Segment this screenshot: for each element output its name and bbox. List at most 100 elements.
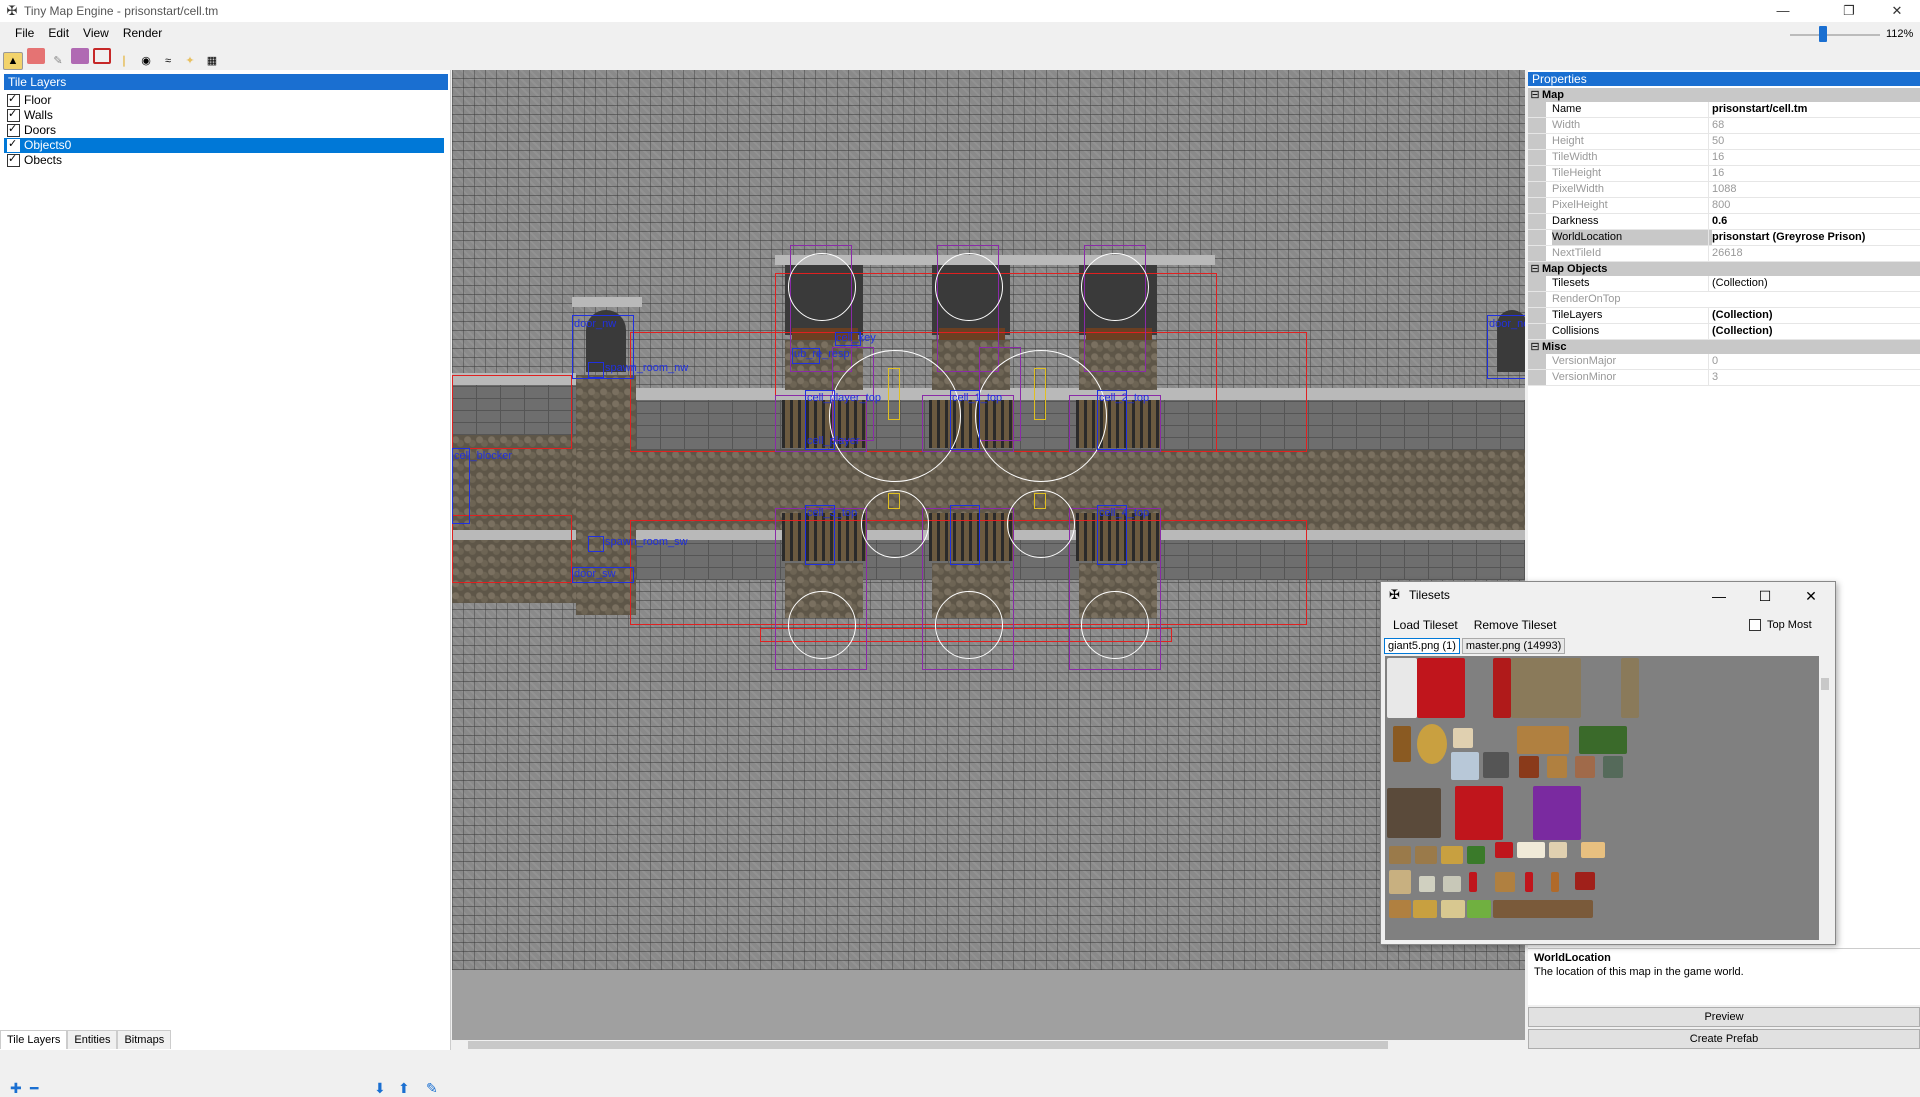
menu-render[interactable]: Render <box>116 24 169 42</box>
map-viewport[interactable]: door_nw door_ne spawn_room_nw cell_block… <box>452 70 1525 1040</box>
layer-checkbox[interactable] <box>7 152 20 168</box>
tile-scroll[interactable] <box>1549 842 1567 858</box>
prop-row-pixelheight[interactable]: PixelHeight 800 <box>1528 198 1920 214</box>
map-horizontal-scrollbar[interactable] <box>452 1040 1525 1050</box>
tile-portrait[interactable] <box>1547 756 1567 778</box>
tile-curtain-red[interactable] <box>1493 658 1511 718</box>
tile-portrait[interactable] <box>1519 756 1539 778</box>
tile-throne-purple[interactable] <box>1533 786 1581 840</box>
tile-bottle[interactable] <box>1525 872 1533 892</box>
tile-painting[interactable] <box>1517 726 1569 754</box>
light-circle[interactable] <box>935 591 1003 659</box>
layer-row-obects[interactable]: Obects <box>4 152 444 168</box>
tile-curtain-brown[interactable] <box>1511 658 1581 718</box>
scrollbar-thumb[interactable] <box>468 1041 1388 1049</box>
layer-row-walls[interactable]: Walls <box>4 107 444 123</box>
tile-barrel[interactable] <box>1495 872 1515 892</box>
grid-icon[interactable]: ▦ <box>203 53 221 69</box>
prop-value[interactable]: 0.6 <box>1708 214 1920 229</box>
prop-value[interactable]: prisonstart (Greyrose Prison) <box>1708 230 1920 245</box>
tile-bread[interactable] <box>1389 900 1411 918</box>
category-map-objects[interactable]: ⊟ Map Objects <box>1528 262 1920 276</box>
object-icon[interactable] <box>71 48 89 64</box>
tile-basket[interactable] <box>1415 846 1437 864</box>
tile-portrait[interactable] <box>1575 756 1595 778</box>
select-icon[interactable] <box>93 48 111 64</box>
edit-layer-icon[interactable]: ✎ <box>426 1080 438 1097</box>
maximize-button[interactable]: ☐ <box>1747 584 1783 608</box>
eye-icon[interactable]: ◉ <box>137 53 155 69</box>
torch-marker[interactable] <box>1034 493 1046 509</box>
tile-bottle[interactable] <box>1551 872 1559 892</box>
layer-checkbox[interactable] <box>7 122 20 138</box>
tile-jar[interactable] <box>1389 870 1411 894</box>
tile-salad[interactable] <box>1467 900 1491 918</box>
lamp-icon[interactable]: ✦ <box>181 53 199 69</box>
light-circle[interactable] <box>1081 591 1149 659</box>
prop-value[interactable]: (Collection) <box>1708 276 1920 291</box>
tile-plant[interactable] <box>1467 846 1485 864</box>
move-down-icon[interactable]: ⬇ <box>374 1080 386 1097</box>
prop-row-height[interactable]: Height 50 <box>1528 134 1920 150</box>
tile-pot[interactable] <box>1443 876 1461 892</box>
prop-row-versionmajor[interactable]: VersionMajor 0 <box>1528 354 1920 370</box>
tab-master[interactable]: master.png (14993) <box>1461 638 1566 654</box>
prop-row-tilesets[interactable]: Tilesets (Collection) <box>1528 276 1920 292</box>
prop-row-pixelwidth[interactable]: PixelWidth 1088 <box>1528 182 1920 198</box>
tile-curtain-red[interactable] <box>1417 658 1465 718</box>
tab-tile-layers[interactable]: Tile Layers <box>0 1030 68 1049</box>
collision-box[interactable] <box>452 515 572 583</box>
top-most-checkbox[interactable] <box>1749 619 1761 632</box>
tile-curtain-white[interactable] <box>1387 658 1417 718</box>
create-prefab-button[interactable]: Create Prefab <box>1528 1029 1920 1049</box>
layer-row-objects0[interactable]: Objects0 <box>4 137 444 153</box>
tile-throne-red[interactable] <box>1455 786 1503 840</box>
tile-food[interactable] <box>1413 900 1437 918</box>
tile-teapot[interactable] <box>1419 876 1435 892</box>
tile-painting[interactable] <box>1579 726 1627 754</box>
prop-row-width[interactable]: Width 68 <box>1528 118 1920 134</box>
stamp-icon[interactable]: ✎ <box>49 53 67 69</box>
light-circle[interactable] <box>788 591 856 659</box>
light-circle[interactable] <box>935 253 1003 321</box>
tile-book[interactable] <box>1495 842 1513 858</box>
minimize-button[interactable]: — <box>1760 0 1806 22</box>
prop-value[interactable]: prisonstart/cell.tm <box>1708 102 1920 117</box>
torch-marker[interactable] <box>888 368 900 420</box>
entity-icon[interactable]: ≈ <box>159 53 177 69</box>
close-button[interactable]: ✕ <box>1874 0 1920 22</box>
top-most-toggle[interactable]: Top Most <box>1749 619 1812 632</box>
tab-giant5[interactable]: giant5.png (1) <box>1384 638 1460 654</box>
category-misc[interactable]: ⊟ Misc <box>1528 340 1920 354</box>
restore-button[interactable]: ❐ <box>1826 0 1872 22</box>
prop-row-name[interactable]: Name prisonstart/cell.tm <box>1528 102 1920 118</box>
light-circle[interactable] <box>1081 253 1149 321</box>
tab-bitmaps[interactable]: Bitmaps <box>117 1030 172 1049</box>
tile-plant[interactable] <box>1441 846 1463 864</box>
menu-view[interactable]: View <box>76 24 116 42</box>
spawn-box[interactable] <box>588 536 604 552</box>
add-layer-icon[interactable]: ✚ <box>10 1080 22 1097</box>
prop-row-tilewidth[interactable]: TileWidth 16 <box>1528 150 1920 166</box>
layer-checkbox[interactable] <box>7 92 20 108</box>
move-up-icon[interactable]: ⬆ <box>398 1080 410 1097</box>
prop-row-nexttileid[interactable]: NextTileId 26618 <box>1528 246 1920 262</box>
tile-book-open[interactable] <box>1517 842 1545 858</box>
remove-tileset-button[interactable]: Remove Tileset <box>1474 618 1557 632</box>
prop-row-versionminor[interactable]: VersionMinor 3 <box>1528 370 1920 386</box>
prop-row-renderontop[interactable]: RenderOnTop <box>1528 292 1920 308</box>
layer-tool-icon[interactable]: ▲ <box>3 52 23 70</box>
tile-portrait[interactable] <box>1603 756 1623 778</box>
tab-entities[interactable]: Entities <box>67 1030 118 1049</box>
prop-value[interactable]: (Collection) <box>1708 324 1920 339</box>
minimize-button[interactable]: — <box>1701 584 1737 608</box>
tile-plaque[interactable] <box>1451 752 1479 780</box>
prop-row-darkness[interactable]: Darkness 0.6 <box>1528 214 1920 230</box>
tile-bottle[interactable] <box>1469 872 1477 892</box>
tile-paper[interactable] <box>1453 728 1473 748</box>
close-button[interactable]: ✕ <box>1793 584 1829 608</box>
eraser-icon[interactable] <box>27 48 45 64</box>
tile-curtain-brown[interactable] <box>1621 658 1639 718</box>
layer-row-floor[interactable]: Floor <box>4 92 444 108</box>
tile-plate[interactable] <box>1441 900 1465 918</box>
